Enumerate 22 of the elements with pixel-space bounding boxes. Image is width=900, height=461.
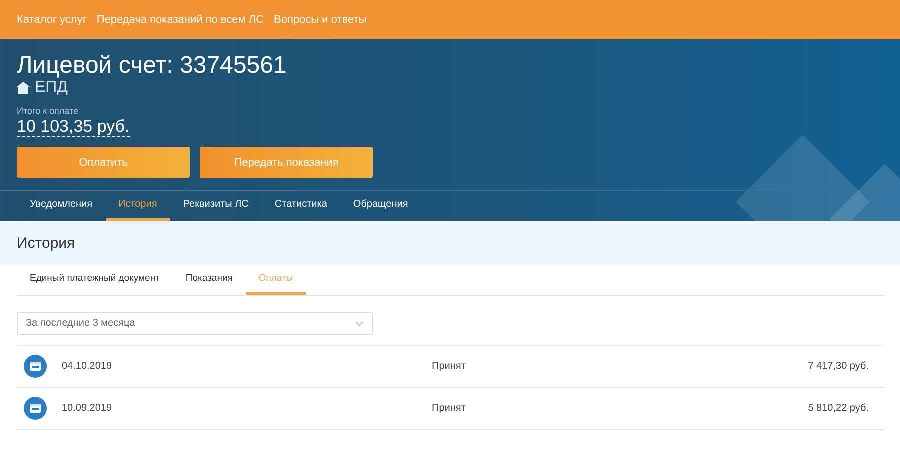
section-title: История: [17, 234, 76, 252]
account-title: Лицевой счет: 33745561: [17, 52, 288, 80]
total-amount[interactable]: 10 103,35 руб.: [17, 118, 130, 137]
payment-date: 04.10.2019: [61, 361, 114, 372]
account-type: ЕПД: [35, 79, 68, 97]
payment-status: Принят: [431, 361, 467, 372]
tab[interactable]: Обращения: [340, 191, 422, 221]
tab[interactable]: Уведомления: [17, 191, 106, 221]
house-icon: [17, 82, 30, 94]
payment-amount: 7 417,30 руб.: [807, 361, 870, 372]
calendar-icon: [24, 397, 47, 420]
chevron-down-icon: [355, 320, 364, 326]
payment-date: 10.09.2019: [61, 403, 114, 414]
payment-amount: 5 810,22 руб.: [807, 403, 870, 414]
tab[interactable]: Единый платежный документ: [17, 265, 173, 295]
tab[interactable]: Показания: [172, 265, 246, 295]
tab[interactable]: Реквизиты ЛС: [170, 191, 262, 221]
tab[interactable]: Статистика: [262, 191, 340, 221]
period-select[interactable]: За последние 3 месяца: [17, 312, 373, 335]
total-label: Итого к оплате: [17, 106, 80, 116]
calendar-icon: [24, 355, 47, 378]
payment-status: Принят: [431, 403, 467, 414]
